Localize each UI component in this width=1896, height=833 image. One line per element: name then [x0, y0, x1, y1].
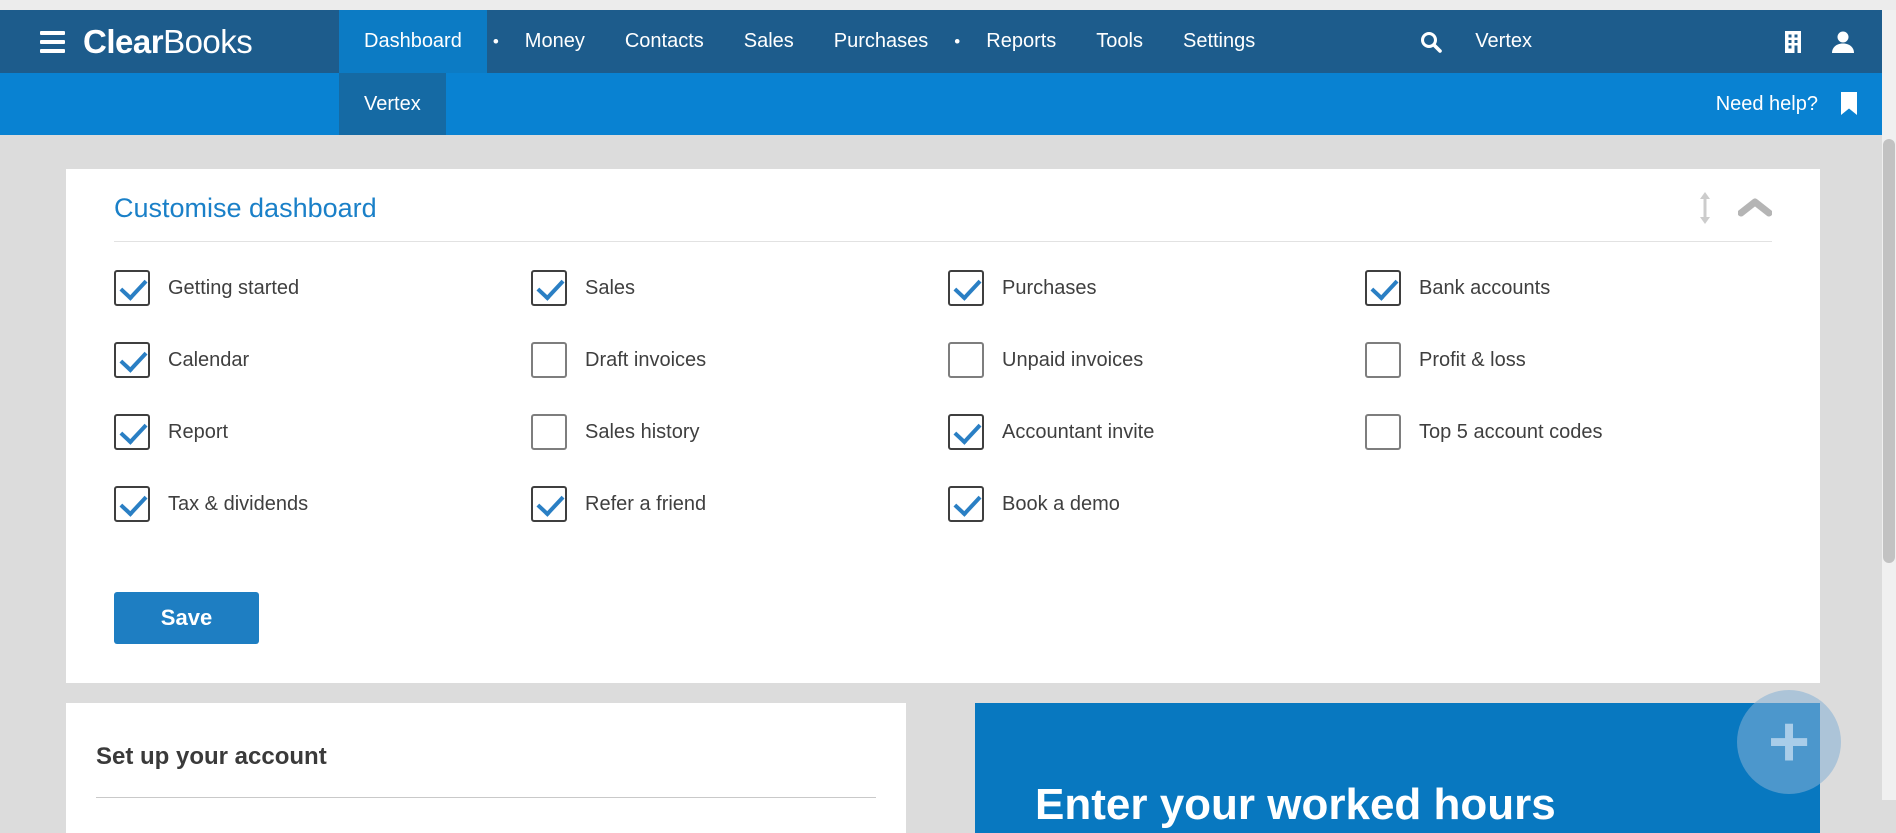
checkbox-top-5-account-codes[interactable]: Top 5 account codes [1365, 414, 1772, 450]
page-scrollbar[interactable] [1882, 0, 1896, 800]
add-widget-plus-icon[interactable]: + [1737, 690, 1841, 794]
checkbox-book-a-demo[interactable]: Book a demo [948, 486, 1365, 522]
nav-item-money[interactable]: Money [505, 10, 605, 73]
checkbox-label: Sales history [585, 421, 700, 444]
nav-item-dashboard[interactable]: Dashboard [339, 10, 487, 73]
checkbox-box [1365, 342, 1401, 378]
checkbox-label: Calendar [168, 349, 249, 372]
customise-dashboard-card: Customise dashboard Getting started Sale… [66, 169, 1820, 683]
checkbox-accountant-invite[interactable]: Accountant invite [948, 414, 1365, 450]
nav-separator-dot: • [487, 10, 505, 73]
checkbox-box [114, 270, 150, 306]
checkbox-calendar[interactable]: Calendar [114, 342, 531, 378]
checkbox-box [948, 414, 984, 450]
checkbox-label: Top 5 account codes [1419, 421, 1602, 444]
nav-item-sales[interactable]: Sales [724, 10, 814, 73]
scrollbar-thumb[interactable] [1883, 139, 1895, 563]
checkbox-label: Draft invoices [585, 349, 706, 372]
empty-grid-cell [1365, 486, 1772, 522]
secondary-navbar: Vertex Need help? [0, 73, 1896, 135]
customise-card-title: Customise dashboard [114, 191, 377, 225]
logo-bold-part: Clear [83, 23, 163, 60]
checkbox-sales[interactable]: Sales [531, 270, 948, 306]
checkbox-tax-dividends[interactable]: Tax & dividends [114, 486, 531, 522]
subnav-right: Need help? [1716, 73, 1858, 135]
checkbox-getting-started[interactable]: Getting started [114, 270, 531, 306]
navbar-right: Vertex [1419, 10, 1896, 73]
setup-account-card: Set up your account [66, 703, 906, 833]
checkbox-box [948, 486, 984, 522]
customise-card-header: Customise dashboard [114, 191, 1772, 225]
navbar-left: ClearBooks [0, 10, 339, 73]
checkbox-box [531, 486, 567, 522]
collapse-chevron-up-icon[interactable] [1738, 198, 1772, 218]
page-content: Customise dashboard Getting started Sale… [0, 135, 1882, 800]
checkbox-box [531, 414, 567, 450]
checkbox-box [1365, 414, 1401, 450]
navbar-icon-group [1782, 29, 1856, 55]
promo-panel: Enter your worked hours + [975, 703, 1820, 833]
checkbox-box [114, 414, 150, 450]
search-icon[interactable] [1419, 30, 1443, 54]
checkbox-refer-a-friend[interactable]: Refer a friend [531, 486, 948, 522]
drag-reorder-icon[interactable] [1698, 192, 1712, 224]
checkbox-unpaid-invoices[interactable]: Unpaid invoices [948, 342, 1365, 378]
nav-separator-dot: • [948, 10, 966, 73]
setup-card-divider [96, 797, 876, 798]
nav-item-reports[interactable]: Reports [966, 10, 1076, 73]
checkbox-sales-history[interactable]: Sales history [531, 414, 948, 450]
checkbox-box [531, 342, 567, 378]
building-icon[interactable] [1782, 30, 1804, 54]
checkbox-purchases[interactable]: Purchases [948, 270, 1365, 306]
main-navbar: ClearBooks Dashboard • Money Contacts Sa… [0, 10, 1896, 73]
checkbox-bank-accounts[interactable]: Bank accounts [1365, 270, 1772, 306]
card-header-divider [114, 241, 1772, 242]
logo-regular-part: Books [163, 23, 252, 60]
need-help-link[interactable]: Need help? [1716, 93, 1818, 116]
save-button[interactable]: Save [114, 592, 259, 644]
checkbox-label: Book a demo [1002, 493, 1120, 516]
checkbox-label: Sales [585, 277, 635, 300]
user-icon[interactable] [1830, 29, 1856, 55]
bookmark-icon[interactable] [1840, 92, 1858, 116]
checkbox-label: Bank accounts [1419, 277, 1550, 300]
checkbox-label: Purchases [1002, 277, 1097, 300]
widget-checkbox-grid: Getting started Sales Purchases Bank acc… [114, 270, 1772, 522]
card-header-icons [1698, 192, 1772, 224]
nav-item-purchases[interactable]: Purchases [814, 10, 949, 73]
clearbooks-logo[interactable]: ClearBooks [83, 23, 252, 61]
checkbox-box [1365, 270, 1401, 306]
nav-item-settings[interactable]: Settings [1163, 10, 1275, 73]
checkbox-box [531, 270, 567, 306]
checkbox-profit-loss[interactable]: Profit & loss [1365, 342, 1772, 378]
checkbox-label: Profit & loss [1419, 349, 1526, 372]
checkbox-report[interactable]: Report [114, 414, 531, 450]
bottom-widgets-row: Set up your account Enter your worked ho… [66, 703, 1882, 833]
primary-nav: Dashboard • Money Contacts Sales Purchas… [339, 10, 1275, 73]
company-name-link[interactable]: Vertex [1475, 30, 1532, 53]
checkbox-draft-invoices[interactable]: Draft invoices [531, 342, 948, 378]
checkbox-label: Accountant invite [1002, 421, 1154, 444]
setup-account-title: Set up your account [96, 743, 876, 771]
checkbox-label: Refer a friend [585, 493, 706, 516]
checkbox-box [948, 342, 984, 378]
hamburger-menu-icon[interactable] [36, 27, 69, 57]
nav-item-contacts[interactable]: Contacts [605, 10, 724, 73]
nav-item-tools[interactable]: Tools [1076, 10, 1163, 73]
checkbox-box [114, 342, 150, 378]
promo-heading-cutoff: Enter your worked hours [1035, 780, 1556, 830]
checkbox-box [948, 270, 984, 306]
checkbox-label: Getting started [168, 277, 299, 300]
checkbox-box [114, 486, 150, 522]
top-strip [0, 0, 1896, 10]
checkbox-label: Tax & dividends [168, 493, 308, 516]
checkbox-label: Report [168, 421, 228, 444]
subnav-item-vertex[interactable]: Vertex [339, 73, 446, 135]
checkbox-label: Unpaid invoices [1002, 349, 1143, 372]
